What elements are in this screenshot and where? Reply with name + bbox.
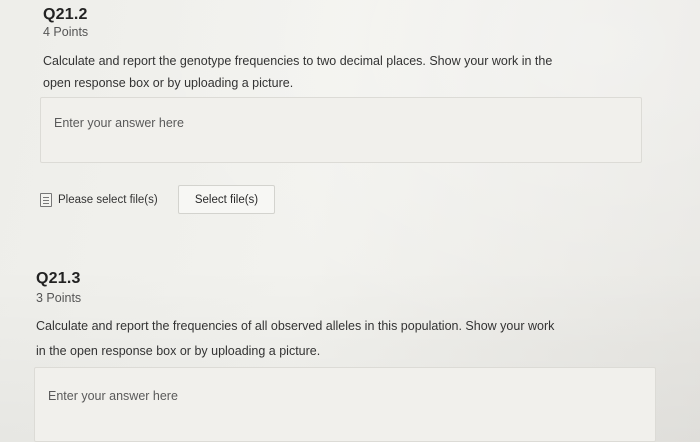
question-title: Q21.2 <box>43 6 88 23</box>
question-title: Q21.3 <box>36 270 81 287</box>
question-prompt-line: in the open response box or by uploading… <box>36 344 321 358</box>
select-files-button[interactable]: Select file(s) <box>178 185 275 214</box>
file-upload-label: Please select file(s) <box>58 194 158 206</box>
question-prompt-line: open response box or by uploading a pict… <box>43 76 294 90</box>
question-prompt-line: Calculate and report the genotype freque… <box>43 54 553 68</box>
answer-textbox[interactable]: Enter your answer here <box>40 97 642 163</box>
question-points: 3 Points <box>36 291 82 305</box>
question-points: 4 Points <box>43 25 89 39</box>
answer-placeholder: Enter your answer here <box>54 116 184 130</box>
question-prompt-line: Calculate and report the frequencies of … <box>36 319 555 333</box>
answer-textbox[interactable]: Enter your answer here <box>34 367 656 442</box>
answer-placeholder: Enter your answer here <box>48 389 178 403</box>
file-upload-status: Please select file(s) <box>40 193 158 207</box>
file-icon <box>40 193 52 207</box>
